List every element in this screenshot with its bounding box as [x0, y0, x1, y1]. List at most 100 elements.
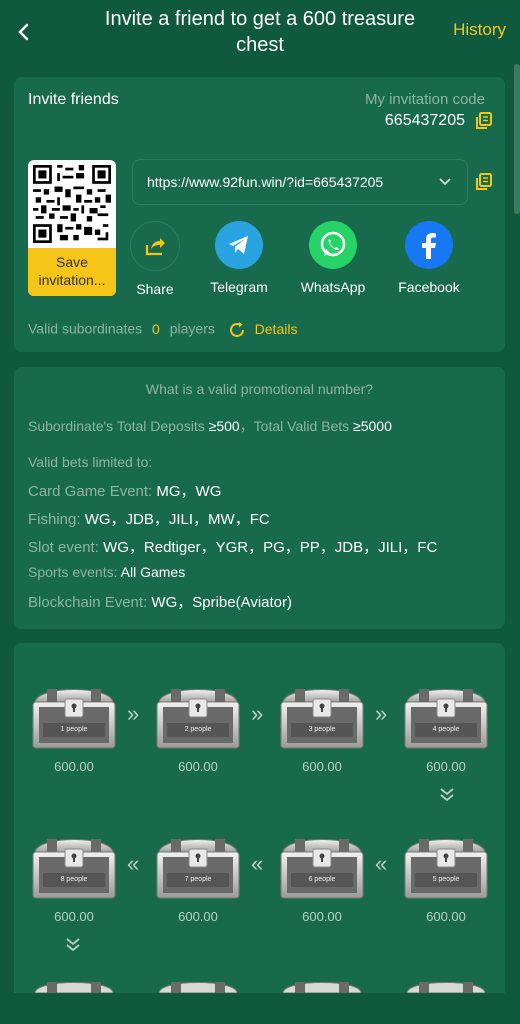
- rule-line-fishing: Fishing: WG，JDB，JILI，MW，FC: [28, 508, 270, 529]
- whatsapp-button[interactable]: WhatsApp: [288, 221, 378, 295]
- rule-line-sports: Sports events: All Games: [28, 564, 185, 580]
- header: Invite a friend to get a 600 treasure ch…: [0, 0, 520, 64]
- chest-people-label: 5 people: [415, 873, 477, 887]
- chest-people-label: 4 people: [415, 723, 477, 737]
- rule-label: Slot event:: [28, 539, 99, 556]
- page-title: Invite a friend to get a 600 treasure ch…: [104, 8, 416, 56]
- chest-amount: 600.00: [302, 759, 342, 774]
- history-link[interactable]: History: [453, 20, 506, 40]
- invitation-code-value: 665437205: [384, 112, 465, 129]
- chest-amount: 600.00: [54, 909, 94, 924]
- telegram-icon: [215, 221, 263, 269]
- back-button[interactable]: [10, 18, 38, 46]
- treasure-chest[interactable]: 5 people: [401, 827, 491, 901]
- chevron-left-double-icon: «: [251, 851, 264, 876]
- chest-people-label: 1 people: [43, 723, 105, 737]
- chevron-left-double-icon: «: [375, 851, 388, 876]
- rule-label: Sports events:: [28, 564, 118, 580]
- limited-label: Valid bets limited to:: [28, 454, 153, 470]
- treasure-chest-icon: [404, 839, 488, 899]
- rule-label: Card Game Event:: [28, 483, 153, 500]
- treasure-chest[interactable]: 4 people: [401, 677, 491, 751]
- chest-amount: 600.00: [54, 759, 94, 774]
- treasure-chest-icon: [280, 839, 364, 899]
- telegram-label: Telegram: [210, 279, 268, 295]
- chest-amount: 600.00: [426, 909, 466, 924]
- rule-value: All Games: [120, 564, 186, 580]
- chevron-down-double-icon: [66, 938, 80, 952]
- rule-line-slot: Slot event: WG，Redtiger，YGR，PG，PP，JDB，JI…: [28, 536, 437, 557]
- treasure-chest-icon: [32, 839, 116, 899]
- treasure-chest-icon: [34, 982, 114, 993]
- save-invitation-button[interactable]: Save invitation...: [28, 248, 116, 296]
- bets-label: ，Total Valid Bets: [239, 418, 350, 434]
- invitation-link-field[interactable]: https://www.92fun.win/?id=665437205: [132, 159, 468, 205]
- telegram-button[interactable]: Telegram: [194, 221, 284, 295]
- invite-card: Invite friends My invitation code 665437…: [14, 77, 505, 352]
- treasure-chest[interactable]: 6 people: [277, 827, 367, 901]
- valid-subordinates-row: Valid subordinates 0 players Details: [28, 320, 297, 340]
- chevron-right-double-icon: »: [251, 701, 264, 726]
- treasure-chest[interactable]: 7 people: [153, 827, 243, 901]
- chevron-down-double-icon: [440, 788, 454, 802]
- chevron-left-double-icon: «: [127, 851, 140, 876]
- deposit-value: ≥500: [208, 418, 240, 434]
- whatsapp-label: WhatsApp: [300, 279, 366, 295]
- refresh-icon[interactable]: [227, 320, 247, 340]
- rule-value: WG，Redtiger，YGR，PG，PP，JDB，JILI，FC: [103, 539, 438, 556]
- rule-label: Blockchain Event:: [28, 594, 148, 611]
- chevron-left-icon: [18, 23, 29, 41]
- treasure-chest-icon: [158, 982, 238, 993]
- whatsapp-icon: [309, 221, 357, 269]
- valid-subordinates-label: Valid subordinates: [28, 320, 143, 337]
- treasure-chest-icon: [280, 689, 364, 749]
- chest-people-label: 7 people: [167, 873, 229, 887]
- valid-subordinates-count: 0: [152, 320, 160, 337]
- copy-link-icon[interactable]: [475, 173, 493, 191]
- treasure-chest-icon: [32, 689, 116, 749]
- share-label: Share: [136, 281, 174, 297]
- invitation-link-text: https://www.92fun.win/?id=665437205: [147, 174, 384, 190]
- chevron-right-double-icon: »: [127, 701, 140, 726]
- chest-people-label: 2 people: [167, 723, 229, 737]
- rule-value: WG，Spribe(Aviator): [151, 594, 292, 611]
- rule-line-blockchain: Blockchain Event: WG，Spribe(Aviator): [28, 591, 292, 612]
- treasure-chest-icon: [404, 689, 488, 749]
- treasure-chest[interactable]: 3 people: [277, 677, 367, 751]
- invite-title: Invite friends: [28, 91, 119, 108]
- details-link[interactable]: Details: [255, 321, 298, 337]
- chevron-right-double-icon: »: [375, 701, 388, 726]
- chevron-down-icon[interactable]: [437, 174, 453, 190]
- facebook-label: Facebook: [398, 279, 460, 295]
- rule-line-card-game: Card Game Event: MG，WG: [28, 480, 221, 501]
- players-label: players: [169, 320, 215, 337]
- treasure-chest-card: 1 people 600.00 2 people 600.00 3 people 600.…: [14, 643, 505, 1023]
- rule-value: WG，JDB，JILI，MW，FC: [84, 511, 270, 528]
- scrollbar[interactable]: [514, 64, 520, 214]
- treasure-chest-icon: [406, 982, 486, 993]
- chest-people-label: 6 people: [291, 873, 353, 887]
- treasure-chest[interactable]: 2 people: [153, 677, 243, 751]
- qr-code-icon: [33, 165, 111, 243]
- chest-amount: 600.00: [302, 909, 342, 924]
- chest-people-label: 3 people: [291, 723, 353, 737]
- copy-icon[interactable]: [475, 112, 493, 130]
- chest-amount: 600.00: [178, 909, 218, 924]
- chest-amount: 600.00: [426, 759, 466, 774]
- invitation-code-label: My invitation code: [364, 91, 485, 108]
- treasure-chest[interactable]: 8 people: [29, 827, 119, 901]
- chest-people-label: 8 people: [43, 873, 105, 887]
- share-icon: [130, 221, 180, 271]
- treasure-chest-icon: [282, 982, 362, 993]
- treasure-chest[interactable]: 1 people: [29, 677, 119, 751]
- bets-value: ≥5000: [353, 418, 392, 434]
- rules-card: What is a valid promotional number? Subo…: [14, 367, 505, 629]
- deposit-rule: Subordinate's Total Deposits ≥500，Total …: [28, 416, 392, 436]
- rules-title: What is a valid promotional number?: [145, 381, 374, 397]
- share-button[interactable]: Share: [110, 221, 200, 297]
- qr-code: Save invitation...: [28, 160, 116, 296]
- rule-label: Fishing:: [28, 511, 81, 528]
- treasure-chest-icon: [156, 839, 240, 899]
- treasure-chest-icon: [156, 689, 240, 749]
- facebook-button[interactable]: Facebook: [384, 221, 474, 295]
